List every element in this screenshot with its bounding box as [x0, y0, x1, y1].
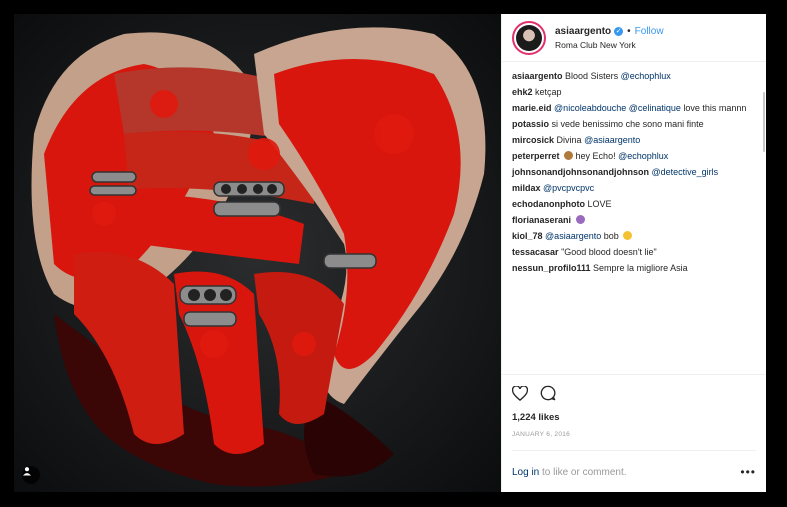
- comment-mention[interactable]: @detective_girls: [652, 167, 719, 177]
- login-prompt: Log in to like or comment.: [512, 467, 627, 478]
- comment-text: Sempre la migliore Asia: [593, 263, 688, 273]
- comment-mention[interactable]: @pvcpvcpvc: [543, 183, 594, 193]
- comment-item: kiol_78 @asiaargento bob: [512, 230, 756, 243]
- comment-item: florianaserani: [512, 214, 756, 227]
- comment-item: ehk2 ketçap: [512, 86, 756, 99]
- comment-mention[interactable]: @nicoleabdouche @celinatique: [554, 103, 681, 113]
- comment-item: marie.eid @nicoleabdouche @celinatique l…: [512, 102, 756, 115]
- post-sidebar: asiaargento ✓ • Follow Roma Club New Yor…: [501, 14, 766, 492]
- comment-username[interactable]: tessacasar: [512, 247, 559, 257]
- login-link[interactable]: Log in: [512, 467, 539, 478]
- post-date: JANUARY 6, 2016: [512, 431, 571, 438]
- comment-username[interactable]: nessun_profilo111: [512, 263, 591, 273]
- comment-text: "Good blood doesn't lie": [561, 247, 657, 257]
- comment-text: Blood Sisters: [565, 71, 621, 81]
- comment-text: ketçap: [535, 87, 562, 97]
- post-actions: 1,224 likes JANUARY 6, 2016 Log in to li…: [502, 374, 766, 492]
- comment-item: potassio si vede benissimo che sono mani…: [512, 118, 756, 131]
- verified-icon: ✓: [614, 26, 624, 36]
- comment-username[interactable]: peterperret: [512, 151, 560, 161]
- comment-item: johnsonandjohnsonandjohnson @detective_g…: [512, 166, 756, 179]
- emoji-icon: [623, 231, 633, 240]
- comment-username[interactable]: marie.eid: [512, 103, 552, 113]
- comment-username[interactable]: johnsonandjohnsonandjohnson: [512, 167, 649, 177]
- comment-text: bob: [601, 231, 622, 241]
- emoji-icon: [575, 215, 585, 224]
- login-prompt-text: to like or comment.: [539, 466, 627, 478]
- comment-username[interactable]: mircosick: [512, 135, 554, 145]
- comment-item: tessacasar "Good blood doesn't lie": [512, 246, 756, 259]
- more-options-button[interactable]: •••: [740, 465, 756, 479]
- post-header: asiaargento ✓ • Follow Roma Club New Yor…: [502, 14, 766, 62]
- follow-button[interactable]: Follow: [635, 26, 664, 37]
- post-modal: asiaargento ✓ • Follow Roma Club New Yor…: [14, 14, 766, 492]
- comment-username[interactable]: ehk2: [512, 87, 533, 97]
- divider: [512, 450, 756, 451]
- heart-icon[interactable]: [512, 385, 528, 401]
- comment-mention[interactable]: @asiaargento: [545, 231, 601, 241]
- comment-mention[interactable]: @echophlux: [621, 71, 671, 81]
- comment-item: echodanonphoto LOVE: [512, 198, 756, 211]
- comment-item: mircosick Divina @asiaargento: [512, 134, 756, 147]
- comment-username[interactable]: potassio: [512, 119, 549, 129]
- comment-text: hey Echo!: [573, 151, 619, 161]
- comments-list[interactable]: asiaargento Blood Sisters @echophlux ehk2…: [502, 62, 766, 374]
- comment-mention[interactable]: @echophlux: [618, 151, 668, 161]
- comment-text: Divina: [556, 135, 585, 145]
- tagged-people-button[interactable]: [22, 466, 40, 484]
- scrollbar[interactable]: [763, 92, 765, 152]
- comment-text: si vede benissimo che sono mani finte: [551, 119, 704, 129]
- person-tag-icon: [23, 467, 31, 476]
- comment-username[interactable]: kiol_78: [512, 231, 543, 241]
- comment-username[interactable]: asiaargento: [512, 71, 563, 81]
- post-photo[interactable]: [14, 14, 501, 492]
- avatar[interactable]: [512, 20, 546, 55]
- comment-item: peterperret hey Echo! @echophlux: [512, 150, 756, 163]
- comment-item: asiaargento Blood Sisters @echophlux: [512, 70, 756, 83]
- post-username[interactable]: asiaargento: [555, 26, 611, 37]
- comment-text: love this mannn: [680, 103, 747, 113]
- comment-username[interactable]: echodanonphoto: [512, 199, 585, 209]
- comment-text: LOVE: [587, 199, 612, 209]
- emoji-icon: [564, 151, 574, 160]
- comment-mention[interactable]: @asiaargento: [584, 135, 640, 145]
- separator-dot: •: [627, 25, 631, 37]
- location-link[interactable]: Roma Club New York: [555, 40, 664, 50]
- comment-icon[interactable]: [540, 385, 556, 401]
- comment-username[interactable]: mildax: [512, 183, 541, 193]
- comment-item: mildax @pvcpvcpvc: [512, 182, 756, 195]
- comment-username[interactable]: florianaserani: [512, 215, 571, 225]
- likes-count[interactable]: 1,224 likes: [512, 412, 756, 423]
- comment-item: nessun_profilo111 Sempre la migliore Asi…: [512, 262, 756, 275]
- bloody-hands-image: [14, 14, 501, 492]
